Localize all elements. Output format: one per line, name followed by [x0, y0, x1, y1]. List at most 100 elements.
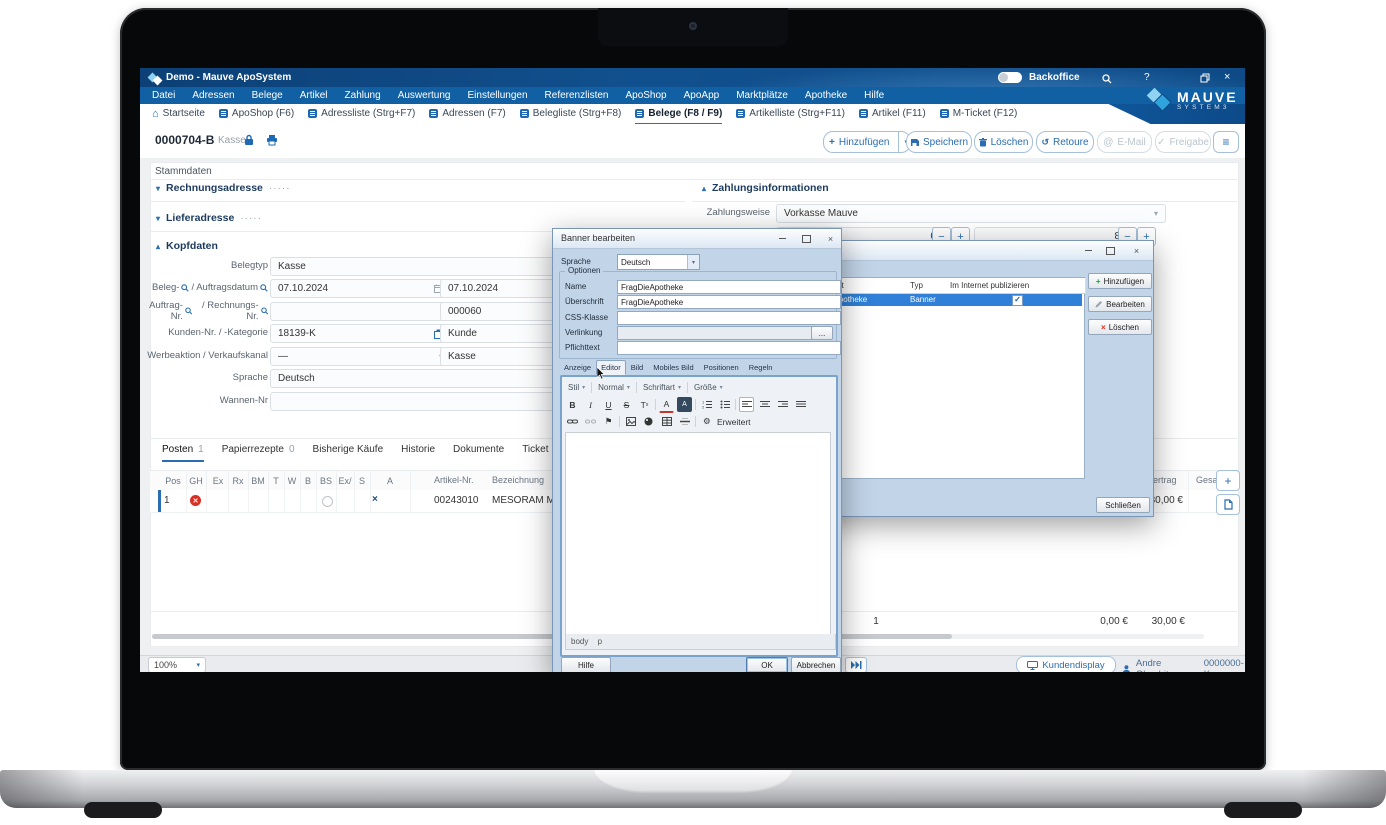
- unlink-button[interactable]: [583, 414, 598, 429]
- banner-tab[interactable]: Mobiles Bild: [648, 360, 698, 375]
- nav-tab[interactable]: Adressliste (Strg+F7): [308, 104, 415, 125]
- menu-item[interactable]: Zahlung: [345, 90, 381, 101]
- verlinkung-browse-button[interactable]: ...: [811, 326, 833, 340]
- editor-content-area[interactable]: [565, 432, 831, 636]
- nav-tab[interactable]: M-Ticket (F12): [940, 104, 1018, 125]
- save-button[interactable]: Speichern: [906, 131, 972, 153]
- zahlungsweise-select[interactable]: Vorkasse Mauve ▾: [776, 204, 1166, 223]
- pflichttext-input[interactable]: [617, 341, 841, 355]
- maximize-icon[interactable]: [799, 232, 814, 245]
- banner-tab[interactable]: Positionen: [699, 360, 744, 375]
- list-close-button[interactable]: Schließen: [1096, 497, 1150, 513]
- nav-tab[interactable]: Artikel (F11): [859, 104, 926, 125]
- menu-item[interactable]: Auswertung: [398, 90, 451, 101]
- banner-tab[interactable]: Anzeige: [559, 360, 596, 375]
- nav-tab[interactable]: ⌂Startseite: [152, 104, 205, 125]
- list-add-button[interactable]: + Hinzufügen: [1088, 273, 1152, 289]
- align-right-button[interactable]: [775, 397, 790, 412]
- font-dropdown[interactable]: Schriftart▾: [640, 381, 684, 394]
- section-rechnungsadresse[interactable]: ▾ Rechnungsadresse ·····: [156, 182, 291, 194]
- underline-button[interactable]: U: [601, 397, 616, 412]
- table-row[interactable]: FragDieApotheke Banner ✓: [802, 293, 1082, 306]
- media-button[interactable]: [641, 414, 656, 429]
- text-color-button[interactable]: A: [659, 397, 674, 413]
- italic-button[interactable]: I: [583, 397, 598, 412]
- align-center-button[interactable]: [757, 397, 772, 412]
- nav-tab[interactable]: Belege (F8 / F9): [635, 103, 722, 125]
- banner-tab[interactable]: Bild: [626, 360, 649, 375]
- belegdatum-field[interactable]: 07.10.2024: [270, 279, 451, 298]
- menu-item[interactable]: Artikel: [300, 90, 328, 101]
- posten-tab[interactable]: Papierrezepte0: [222, 444, 295, 460]
- menu-item[interactable]: Einstellungen: [468, 90, 528, 101]
- print-icon[interactable]: [266, 134, 278, 149]
- table-button[interactable]: [659, 414, 674, 429]
- menu-item[interactable]: Hilfe: [864, 90, 884, 101]
- format-dropdown[interactable]: Normal▾: [595, 381, 633, 394]
- list-edit-button[interactable]: Bearbeiten: [1088, 296, 1152, 312]
- erweitert-button[interactable]: ⚙ Erweitert: [699, 414, 755, 429]
- menu-item[interactable]: Adressen: [192, 90, 234, 101]
- nav-tab[interactable]: ApoShop (F6): [219, 104, 294, 125]
- menu-item[interactable]: Apotheke: [805, 90, 847, 101]
- delete-button[interactable]: Löschen: [974, 131, 1033, 153]
- menu-item[interactable]: Referenzlisten: [545, 90, 609, 101]
- bold-button[interactable]: B: [565, 397, 580, 412]
- nav-tab[interactable]: Belegliste (Strg+F8): [520, 104, 622, 125]
- position-document-button[interactable]: [1216, 494, 1240, 515]
- sprache-combobox[interactable]: Deutsch ▾: [617, 254, 700, 270]
- posten-tab[interactable]: Ticket: [522, 444, 548, 460]
- auftragnr-field[interactable]: [270, 302, 451, 321]
- add-position-button[interactable]: +: [1216, 470, 1240, 491]
- published-checkbox[interactable]: ✓: [1012, 295, 1023, 306]
- hilfe-button[interactable]: Hilfe: [561, 657, 611, 672]
- search-icon[interactable]: [1102, 72, 1112, 91]
- remove-format-button[interactable]: Tx: [637, 397, 652, 412]
- bg-color-button[interactable]: A: [677, 397, 692, 412]
- menu-item[interactable]: ApoShop: [625, 90, 666, 101]
- css-klasse-input[interactable]: [617, 311, 841, 325]
- retoure-button[interactable]: ↺ Retoure: [1036, 131, 1094, 153]
- menu-item[interactable]: Datei: [152, 90, 175, 101]
- close-icon[interactable]: ×: [1224, 68, 1230, 87]
- horizontal-rule-button[interactable]: [677, 414, 692, 429]
- minimize-icon[interactable]: [1081, 244, 1096, 257]
- kundennr-field[interactable]: 18139-K: [270, 324, 451, 343]
- minimize-icon[interactable]: [775, 232, 790, 245]
- unordered-list-button[interactable]: [717, 397, 732, 412]
- more-menu-button[interactable]: ≡: [1213, 131, 1239, 153]
- posten-tab[interactable]: Posten1: [162, 444, 204, 462]
- banner-tab[interactable]: Regeln: [744, 360, 778, 375]
- name-input[interactable]: FragDieApotheke: [617, 280, 841, 294]
- posten-tab[interactable]: Dokumente: [453, 444, 504, 460]
- style-dropdown[interactable]: Stil▾: [565, 381, 588, 394]
- kundendisplay-button[interactable]: Kundendisplay: [1016, 656, 1116, 672]
- restore-icon[interactable]: [1200, 71, 1210, 90]
- section-zahlungsinformationen[interactable]: ▴ Zahlungsinformationen: [702, 182, 829, 194]
- menu-item[interactable]: Marktplätze: [736, 90, 788, 101]
- current-user[interactable]: Andre Glombitza 0000000-K: [1122, 658, 1245, 672]
- image-button[interactable]: [623, 414, 638, 429]
- ueberschrift-input[interactable]: FragDieApotheke: [617, 295, 841, 309]
- email-button[interactable]: @ E-Mail: [1097, 131, 1152, 153]
- link-button[interactable]: [565, 414, 580, 429]
- backoffice-toggle[interactable]: [998, 72, 1022, 83]
- strikethrough-button[interactable]: S: [619, 397, 634, 412]
- menu-item[interactable]: ApoApp: [684, 90, 720, 101]
- close-icon[interactable]: ×: [1129, 244, 1144, 257]
- list-delete-button[interactable]: × Löschen: [1088, 319, 1152, 335]
- ordered-list-button[interactable]: 12: [699, 397, 714, 412]
- section-kopfdaten[interactable]: ▴ Kopfdaten: [156, 240, 218, 252]
- size-dropdown[interactable]: Größe▾: [691, 381, 726, 394]
- ok-button[interactable]: OK: [746, 657, 788, 672]
- close-icon[interactable]: ×: [823, 232, 838, 245]
- posten-tab[interactable]: Bisherige Käufe: [313, 444, 384, 460]
- nav-tab[interactable]: Artikelliste (Strg+F11): [736, 104, 845, 125]
- help-icon[interactable]: ?: [1144, 68, 1150, 87]
- justify-button[interactable]: [793, 397, 808, 412]
- posten-tab[interactable]: Historie: [401, 444, 435, 460]
- dialog-title-bar[interactable]: Banner bearbeiten ×: [553, 229, 841, 249]
- anchor-flag-button[interactable]: ⚑: [601, 414, 616, 429]
- release-button[interactable]: ✓ Freigabe: [1155, 131, 1211, 153]
- restore-icon[interactable]: [1103, 244, 1118, 257]
